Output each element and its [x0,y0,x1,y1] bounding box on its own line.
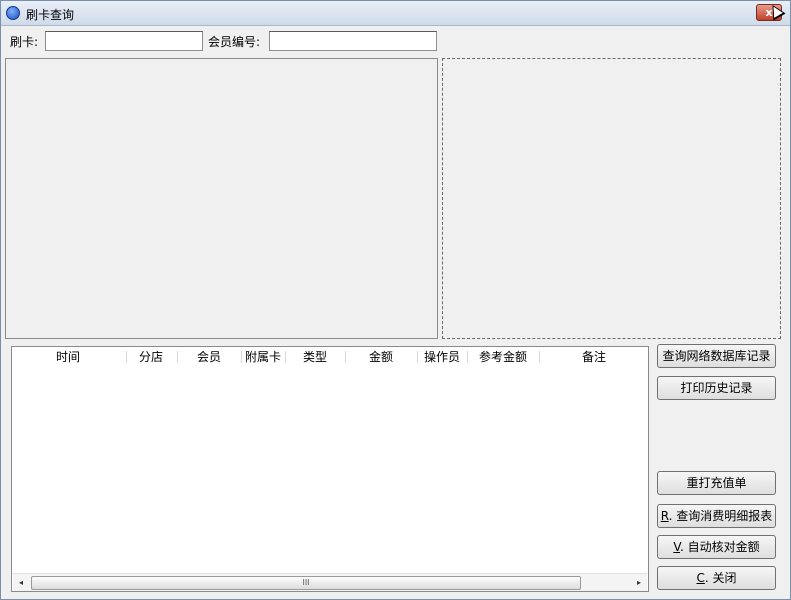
member-photo-panel [5,58,438,339]
table-header: 时间 分店 会员 附属卡 类型 金额 操作员 参考金额 备注 [12,347,648,367]
query-network-db-button[interactable]: 查询网络数据库记录 [657,344,776,368]
member-no-input[interactable] [269,31,437,51]
scroll-left-arrow-icon[interactable]: ◂ [13,574,29,591]
button-label: . 查询消费明细报表 [668,509,773,523]
scroll-thumb[interactable]: III [31,576,581,590]
col-sub-card[interactable]: 附属卡 [241,349,285,365]
card-label: 刷卡: [10,35,39,49]
main-window: 刷卡查询 x 刷卡: 会员编号: 时间 分店 会员 附属卡 类型 金额 操作员 … [0,0,791,600]
window-title: 刷卡查询 [26,8,75,22]
col-type[interactable]: 类型 [285,349,345,365]
col-time[interactable]: 时间 [12,349,124,365]
shortcut-key: R [660,509,669,523]
button-label: . 自动核对金额 [680,540,760,554]
col-ref-amount[interactable]: 参考金额 [467,349,539,365]
auto-check-amount-button[interactable]: V. 自动核对金额 [657,535,776,559]
query-consume-report-button[interactable]: R. 查询消费明细报表 [657,504,776,528]
shortcut-key: V [673,540,681,554]
member-no-label: 会员编号: [208,35,261,49]
scroll-right-arrow-icon[interactable]: ▸ [631,574,647,591]
records-table[interactable]: 时间 分店 会员 附属卡 类型 金额 操作员 参考金额 备注 ◂ III ▸ [11,346,649,592]
button-label: . 关闭 [704,571,737,585]
close-button[interactable]: C. 关闭 [657,566,776,590]
card-image-panel [442,58,781,339]
print-history-button[interactable]: 打印历史记录 [657,376,776,400]
shortcut-key: C [696,571,705,585]
col-member[interactable]: 会员 [177,349,241,365]
horizontal-scrollbar[interactable]: ◂ III ▸ [13,573,647,591]
col-operator[interactable]: 操作员 [417,349,467,365]
col-branch[interactable]: 分店 [126,349,176,365]
app-icon [6,6,20,20]
reprint-recharge-button[interactable]: 重打充值单 [657,471,776,495]
title-bar: 刷卡查询 x [1,1,790,26]
col-amount[interactable]: 金额 [345,349,417,365]
col-remark[interactable]: 备注 [539,349,649,365]
card-input[interactable] [45,31,203,51]
